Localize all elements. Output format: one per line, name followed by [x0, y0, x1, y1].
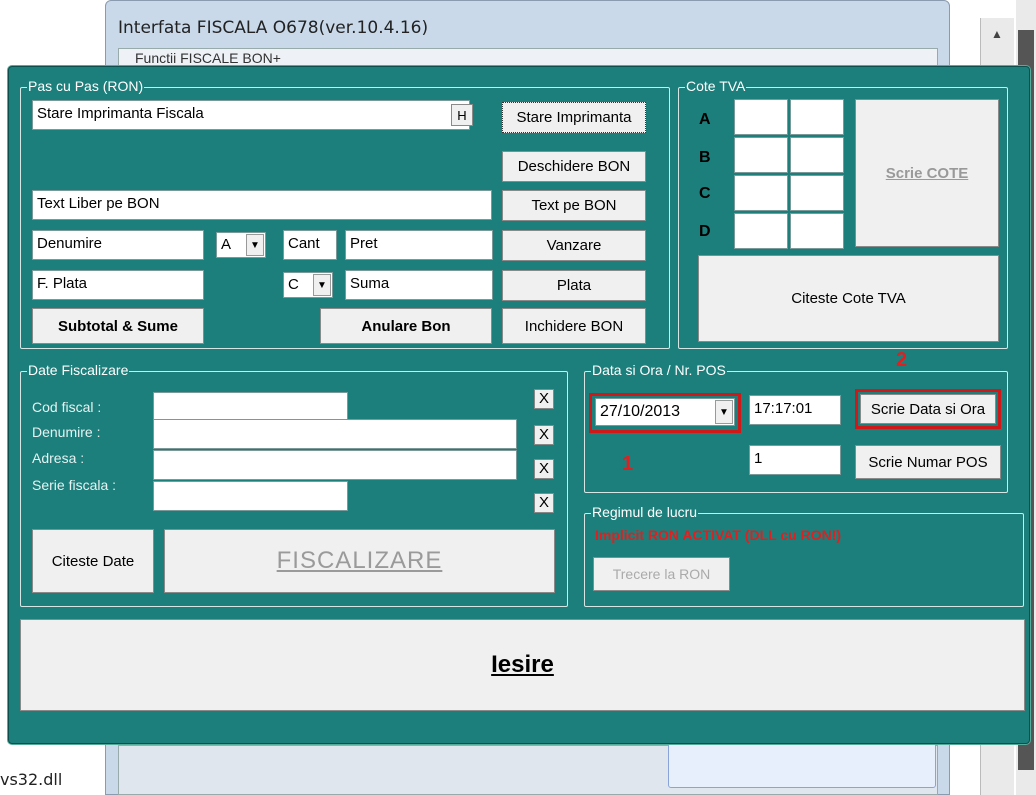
regim-status-text: Implicit RON ACTIVAT (DLL cu RON!) [595, 527, 842, 543]
iesire-button[interactable]: Iesire [20, 619, 1025, 711]
denumire-label: Denumire : [32, 424, 101, 440]
fiscal-dialog: Pas cu Pas (RON) Stare Imprimanta Fiscal… [8, 66, 1030, 744]
vanzare-button[interactable]: Vanzare [502, 230, 646, 261]
vat-d-rate[interactable] [734, 213, 788, 249]
stare-imprimanta-button[interactable]: Stare Imprimanta [502, 102, 646, 133]
adresa-field[interactable] [153, 450, 517, 480]
cote-tva-legend: Cote TVA [685, 78, 747, 94]
cod-fiscal-label: Cod fiscal : [32, 399, 102, 415]
annotation-2: 2 [896, 349, 908, 371]
inchidere-bon-button[interactable]: Inchidere BON [502, 308, 646, 344]
denumire-field[interactable]: Denumire [32, 230, 204, 260]
date-fiscalizare-legend: Date Fiscalizare [27, 362, 130, 378]
background-selected-item[interactable] [668, 740, 936, 788]
left-list-text: vs32.dll [0, 770, 63, 789]
time-field[interactable]: 17:17:01 [749, 395, 841, 425]
vat-select[interactable]: A ▼ [216, 232, 266, 258]
clear-denumire-icon[interactable]: X [534, 425, 554, 445]
scroll-up-icon[interactable]: ▲ [983, 22, 1011, 46]
forma-plata-field[interactable]: F. Plata [32, 270, 204, 300]
clear-adresa-icon[interactable]: X [534, 459, 554, 479]
scrie-numar-pos-button[interactable]: Scrie Numar POS [855, 445, 1001, 479]
vat-a-value[interactable] [790, 99, 844, 135]
plata-select[interactable]: C ▼ [283, 272, 333, 298]
suma-field[interactable]: Suma [345, 270, 493, 300]
date-picker-value: 27/10/2013 [600, 403, 681, 420]
vat-c-rate[interactable] [734, 175, 788, 211]
chevron-down-icon[interactable]: ▼ [715, 400, 733, 424]
trecere-la-ron-button[interactable]: Trecere la RON [593, 557, 730, 591]
text-liber-field[interactable]: Text Liber pe BON [32, 190, 492, 220]
plata-button[interactable]: Plata [502, 270, 646, 301]
vat-label-a: A [699, 111, 711, 128]
vat-d-value[interactable] [790, 213, 844, 249]
plata-select-value: C [288, 276, 299, 293]
background-window-title: Interfata FISCALA O678(ver.10.4.16) [118, 18, 429, 38]
serie-fiscala-field[interactable] [153, 481, 348, 511]
scrie-cote-button[interactable]: Scrie COTE [855, 99, 999, 247]
annotation-1: 1 [622, 453, 634, 475]
vat-label-b: B [699, 149, 711, 166]
vat-label-d: D [699, 223, 711, 240]
chevron-down-icon[interactable]: ▼ [246, 234, 264, 256]
vat-select-value: A [221, 236, 232, 253]
fiscalizare-button[interactable]: FISCALIZARE [164, 529, 555, 593]
chevron-down-icon[interactable]: ▼ [313, 274, 331, 296]
vat-b-rate[interactable] [734, 137, 788, 173]
deschidere-bon-button[interactable]: Deschidere BON [502, 151, 646, 182]
anulare-bon-button[interactable]: Anulare Bon [320, 308, 492, 344]
regim-lucru-legend: Regimul de lucru [591, 504, 699, 520]
vat-c-value[interactable] [790, 175, 844, 211]
date-picker[interactable]: 27/10/2013 ▼ [595, 398, 735, 426]
vat-a-rate[interactable] [734, 99, 788, 135]
scrie-data-ora-button[interactable]: Scrie Data si Ora [860, 394, 996, 424]
cant-field[interactable]: Cant [283, 230, 337, 260]
adresa-label: Adresa : [32, 450, 85, 466]
text-pe-bon-button[interactable]: Text pe BON [502, 190, 646, 221]
citeste-date-button[interactable]: Citeste Date [32, 529, 154, 593]
citeste-cote-tva-button[interactable]: Citeste Cote TVA [698, 255, 999, 342]
clear-cod-fiscal-icon[interactable]: X [534, 389, 554, 409]
vat-label-c: C [699, 185, 711, 202]
background-tab-label: Functii FISCALE BON+ [135, 50, 281, 66]
h-button[interactable]: H [451, 104, 473, 126]
pos-number-field[interactable]: 1 [749, 445, 841, 475]
serie-fiscala-label: Serie fiscala : [32, 477, 117, 493]
data-ora-legend: Data si Ora / Nr. POS [591, 362, 727, 378]
vat-b-value[interactable] [790, 137, 844, 173]
pas-cu-pas-legend: Pas cu Pas (RON) [27, 78, 145, 94]
denumire-fiscal-field[interactable] [153, 419, 517, 449]
subtotal-sume-button[interactable]: Subtotal & Sume [32, 308, 204, 344]
pret-field[interactable]: Pret [345, 230, 493, 260]
stare-imprimanta-field[interactable]: Stare Imprimanta Fiscala [32, 100, 470, 130]
cod-fiscal-field[interactable] [153, 392, 348, 422]
clear-serie-fiscala-icon[interactable]: X [534, 493, 554, 513]
